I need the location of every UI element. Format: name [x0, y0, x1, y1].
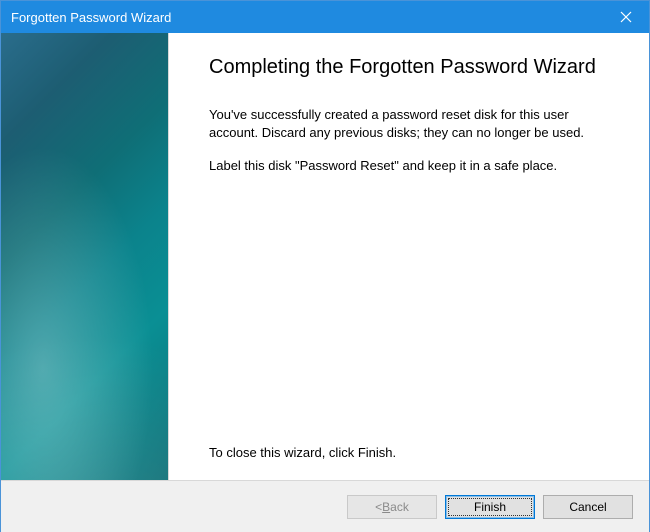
back-button-rest: ack	[390, 500, 409, 514]
wizard-side-graphic	[1, 33, 169, 480]
wizard-paragraph-1: You've successfully created a password r…	[209, 106, 609, 141]
spacer	[209, 191, 619, 445]
wizard-paragraph-2: Label this disk "Password Reset" and kee…	[209, 157, 609, 175]
back-button: < Back	[347, 495, 437, 519]
button-bar: < Back Finish Cancel	[1, 480, 649, 532]
back-button-hotkey: B	[382, 500, 390, 514]
wizard-main-panel: Completing the Forgotten Password Wizard…	[169, 33, 649, 480]
window-title: Forgotten Password Wizard	[11, 10, 171, 25]
wizard-closing-text: To close this wizard, click Finish.	[209, 445, 619, 460]
close-button[interactable]	[603, 1, 649, 33]
content-area: Completing the Forgotten Password Wizard…	[1, 33, 649, 480]
back-button-prefix: <	[375, 500, 382, 514]
wizard-heading: Completing the Forgotten Password Wizard	[209, 55, 609, 80]
cancel-button[interactable]: Cancel	[543, 495, 633, 519]
titlebar: Forgotten Password Wizard	[1, 1, 649, 33]
finish-button[interactable]: Finish	[445, 495, 535, 519]
close-icon	[620, 11, 632, 23]
